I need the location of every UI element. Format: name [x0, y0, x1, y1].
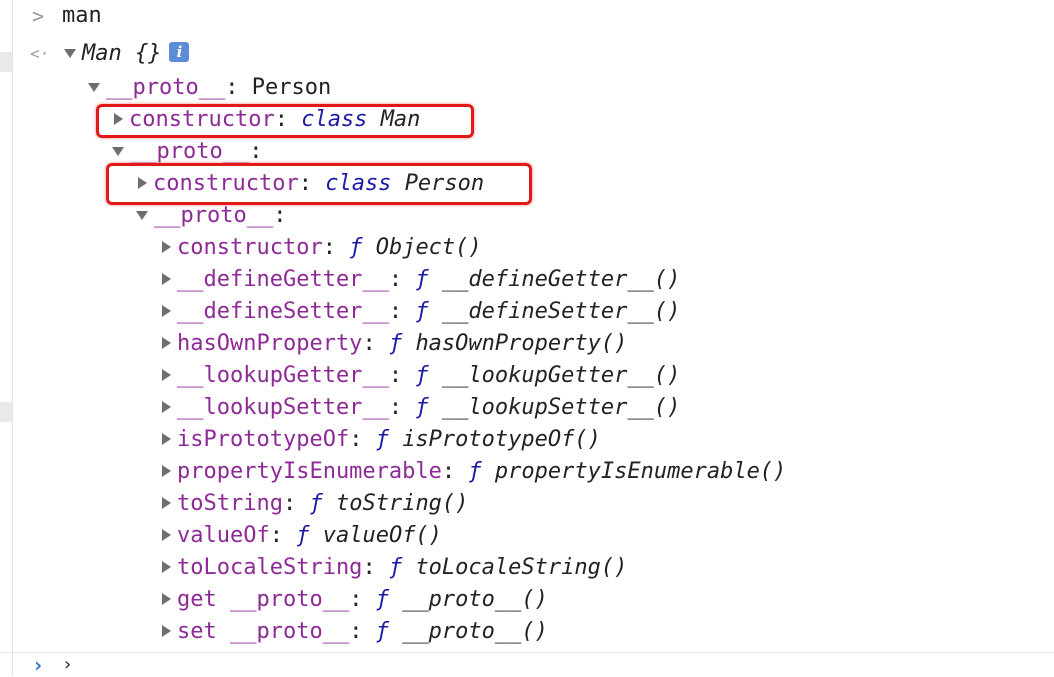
- function-name: __defineGetter__(): [441, 267, 681, 292]
- expand-triangle-icon[interactable]: [64, 48, 76, 58]
- collapse-triangle-icon[interactable]: [162, 401, 171, 413]
- property-key: constructor: [177, 235, 323, 260]
- function-icon: ƒ: [415, 363, 429, 388]
- prompt-chevron-icon: ›: [32, 653, 45, 677]
- root-object-label[interactable]: Man {}: [82, 41, 161, 66]
- function-icon: ƒ: [349, 235, 363, 260]
- property-key: __lookupSetter__: [177, 395, 389, 420]
- property-key: toString: [177, 491, 283, 516]
- property-key: __proto__: [106, 75, 226, 100]
- console-prompt[interactable]: › ›: [0, 652, 1054, 677]
- collapse-triangle-icon[interactable]: [162, 433, 171, 445]
- function-icon: ƒ: [296, 523, 310, 548]
- collapse-triangle-icon[interactable]: [162, 497, 171, 509]
- gutter-divider: [12, 0, 13, 676]
- function-icon: ƒ: [415, 267, 429, 292]
- property-key: hasOwnProperty: [177, 331, 363, 356]
- info-icon[interactable]: i: [169, 42, 190, 62]
- function-name: toLocaleString(): [415, 555, 628, 580]
- property-key: __proto__: [130, 139, 250, 164]
- console-command: man: [62, 3, 102, 28]
- function-name: toString(): [335, 491, 469, 516]
- property-key: set __proto__: [177, 619, 350, 644]
- gutter-marker: [0, 402, 12, 422]
- function-name: __lookupSetter__(): [441, 395, 681, 420]
- collapse-triangle-icon[interactable]: [162, 529, 171, 541]
- function-icon: ƒ: [415, 299, 429, 324]
- collapse-triangle-icon[interactable]: [162, 305, 171, 317]
- collapse-triangle-icon[interactable]: [162, 465, 171, 477]
- highlight-box-man: [96, 104, 474, 138]
- input-prompt-icon: >: [32, 4, 45, 28]
- property-key: isPrototypeOf: [177, 427, 350, 452]
- function-icon: ƒ: [375, 587, 389, 612]
- property-key: __proto__: [154, 203, 274, 228]
- function-icon: ƒ: [468, 459, 482, 484]
- collapse-triangle-icon[interactable]: [162, 273, 171, 285]
- collapse-triangle-icon[interactable]: [162, 369, 171, 381]
- property-value: Person: [251, 75, 332, 100]
- collapse-triangle-icon[interactable]: [162, 337, 171, 349]
- function-name: Object(): [375, 235, 482, 260]
- property-key: propertyIsEnumerable: [177, 459, 442, 484]
- property-key: __defineGetter__: [177, 267, 389, 292]
- function-name: hasOwnProperty(): [415, 331, 628, 356]
- function-name: __proto__(): [402, 587, 548, 612]
- property-key: valueOf: [177, 523, 270, 548]
- collapse-triangle-icon[interactable]: [162, 241, 171, 253]
- highlight-box-person: [106, 163, 532, 205]
- function-name: valueOf(): [322, 523, 442, 548]
- function-name: __lookupGetter__(): [441, 363, 681, 388]
- property-key: __lookupGetter__: [177, 363, 389, 388]
- collapse-triangle-icon[interactable]: [162, 561, 171, 573]
- function-icon: ƒ: [375, 427, 389, 452]
- property-key: __defineSetter__: [177, 299, 389, 324]
- function-icon: ƒ: [388, 555, 403, 580]
- gutter-marker: [0, 52, 12, 72]
- result-prompt-icon: <·: [30, 44, 50, 63]
- property-key: toLocaleString: [177, 555, 363, 580]
- expand-triangle-icon[interactable]: [112, 146, 124, 156]
- function-icon: ƒ: [309, 491, 323, 516]
- function-name: propertyIsEnumerable(): [494, 459, 787, 484]
- console-input-field[interactable]: ›: [62, 653, 73, 677]
- property-key: get __proto__: [177, 587, 350, 612]
- function-icon: ƒ: [375, 619, 389, 644]
- function-name: __proto__(): [402, 619, 548, 644]
- expand-triangle-icon[interactable]: [88, 82, 100, 92]
- collapse-triangle-icon[interactable]: [162, 625, 171, 637]
- function-name: isPrototypeOf(): [402, 427, 601, 452]
- function-icon: ƒ: [415, 395, 429, 420]
- expand-triangle-icon[interactable]: [136, 210, 148, 220]
- function-name: __defineSetter__(): [441, 299, 681, 324]
- collapse-triangle-icon[interactable]: [162, 593, 171, 605]
- function-icon: ƒ: [388, 331, 403, 356]
